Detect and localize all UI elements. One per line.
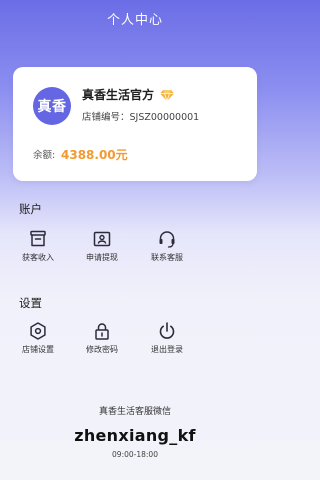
power-icon [159,322,175,339]
income-label: 获客收入 [22,253,54,262]
balance-label: 余额: [33,150,56,161]
page-title: 个人中心 [106,12,163,28]
logout-button[interactable]: 退出登录 [137,320,197,360]
profile-card: 真香 真香生活官方 店铺编号：SJSZ00000001 余额: 4388.00元 [13,67,257,181]
logout-label: 退出登录 [151,345,183,354]
contact-service-label: 联系客服 [151,253,183,262]
income-button[interactable]: 获客收入 [8,228,68,268]
lock-icon [95,323,109,340]
headset-icon [159,231,175,248]
avatar[interactable]: 真香 [33,87,71,125]
shop-id: 店铺编号：SJSZ00000001 [82,112,200,123]
customer-service-hours: 09:00-18:00 [112,450,158,459]
gear-icon [30,322,46,340]
withdraw-label: 申请提现 [86,253,118,262]
contact-service-button[interactable]: 联系客服 [137,228,197,268]
id-card-icon [93,231,111,247]
change-password-label: 修改密码 [86,345,118,354]
customer-service-title: 真香生活客服微信 [98,407,171,417]
settings-section-title: 设置 [19,296,42,310]
balance-value: 4388.00元 [61,148,128,162]
diamond-icon [160,90,174,103]
wallet-icon [30,230,46,247]
withdraw-button[interactable]: 申请提现 [72,228,132,268]
shop-settings-label: 店铺设置 [22,345,54,354]
customer-service-wechat-id: zhenxiang_kf [74,426,196,445]
top-bar: 个人中心 [0,0,270,36]
account-section-title: 账户 [19,202,42,216]
shop-name: 真香生活官方 [82,88,155,102]
change-password-button[interactable]: 修改密码 [72,320,132,360]
shop-settings-button[interactable]: 店铺设置 [8,320,68,360]
avatar-text: 真香 [37,99,67,115]
